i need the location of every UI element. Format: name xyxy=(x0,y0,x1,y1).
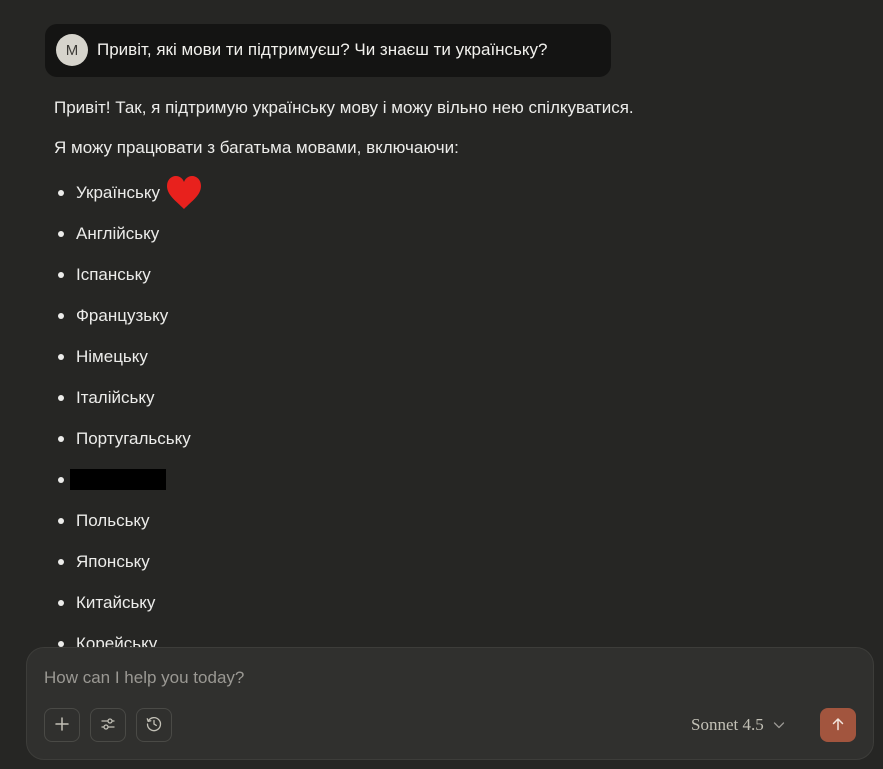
redaction-block xyxy=(70,469,166,490)
plus-icon xyxy=(54,716,70,735)
send-button[interactable] xyxy=(820,708,856,742)
bullet xyxy=(58,230,64,237)
chat-area: M Привіт, які мови ти підтримуєш? Чи зна… xyxy=(0,0,883,650)
reply-paragraph-2: Я можу працювати з багатьма мовами, вклю… xyxy=(54,138,459,157)
settings-button[interactable] xyxy=(90,708,126,742)
list-item: Іспанську xyxy=(54,254,204,295)
bullet xyxy=(58,640,64,647)
list-item: Китайську xyxy=(54,582,204,623)
model-label: Sonnet 4.5 xyxy=(691,715,764,734)
arrow-up-icon xyxy=(830,716,846,735)
model-selector[interactable]: Sonnet 4.5 xyxy=(691,714,786,736)
bullet xyxy=(58,271,64,278)
language-label: Китайську xyxy=(76,592,156,612)
bullet xyxy=(58,435,64,442)
user-message-text: Привіт, які мови ти підтримуєш? Чи знаєш… xyxy=(97,40,548,59)
bullet xyxy=(58,353,64,360)
bullet xyxy=(58,312,64,319)
list-item: Корейську xyxy=(54,623,204,650)
add-button[interactable] xyxy=(44,708,80,742)
language-label: Португальську xyxy=(76,428,191,448)
list-item: Італійську xyxy=(54,377,204,418)
bullet xyxy=(58,558,64,565)
bullet xyxy=(58,517,64,524)
message-input[interactable] xyxy=(44,666,804,690)
bullet xyxy=(58,476,64,483)
list-item: Англійську xyxy=(54,213,204,254)
language-label: Англійську xyxy=(76,223,160,243)
list-item-ukrainian: Українську xyxy=(54,172,204,213)
user-message: M Привіт, які мови ти підтримуєш? Чи зна… xyxy=(45,24,611,77)
chevron-down-icon xyxy=(772,718,786,732)
avatar[interactable]: M xyxy=(56,34,88,66)
history-button[interactable] xyxy=(136,708,172,742)
language-label: Італійську xyxy=(76,387,155,407)
language-label: Українську xyxy=(76,182,160,202)
bullet xyxy=(58,189,64,196)
list-item: Польську xyxy=(54,500,204,541)
clock-icon xyxy=(145,715,163,736)
red-heart-icon xyxy=(164,173,204,213)
language-label: Японську xyxy=(76,551,150,571)
languages-list: Українську Англійську Іспанську Французь… xyxy=(54,172,204,650)
language-label: Німецьку xyxy=(76,346,148,366)
reply-paragraph-1: Привіт! Так, я підтримую українську мову… xyxy=(54,98,634,117)
language-label: Іспанську xyxy=(76,264,151,284)
bullet xyxy=(58,599,64,606)
bullet xyxy=(58,394,64,401)
list-item-redacted xyxy=(54,459,204,500)
list-item: Японську xyxy=(54,541,204,582)
list-item: Німецьку xyxy=(54,336,204,377)
list-item: Французьку xyxy=(54,295,204,336)
message-composer: Sonnet 4.5 xyxy=(26,647,874,760)
sliders-icon xyxy=(100,716,116,735)
list-item: Португальську xyxy=(54,418,204,459)
language-label: Польську xyxy=(76,510,150,530)
language-label: Французьку xyxy=(76,305,169,325)
